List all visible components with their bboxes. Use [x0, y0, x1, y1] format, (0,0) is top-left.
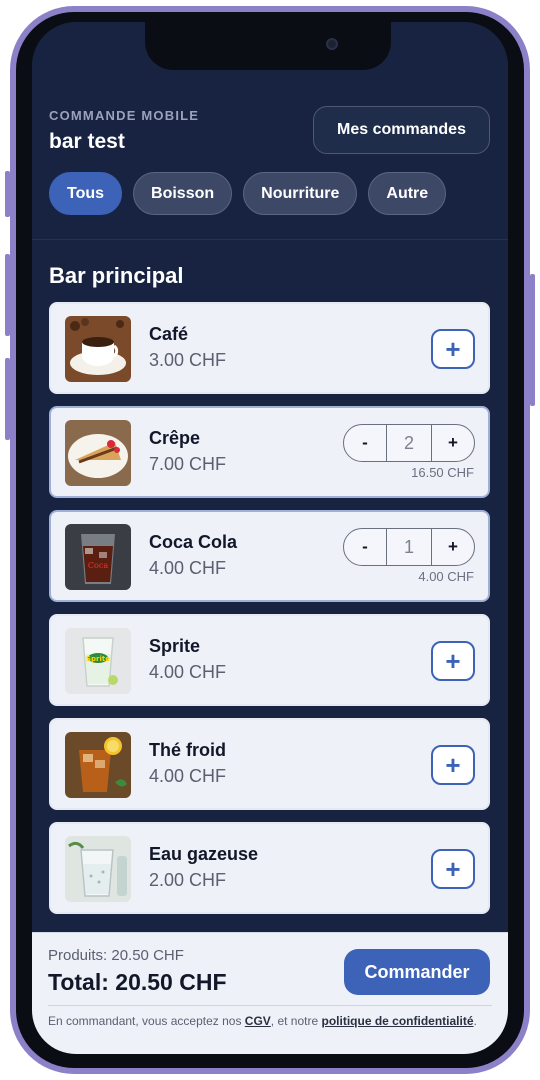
plus-icon: +	[445, 750, 461, 780]
add-to-cart-button[interactable]: +	[431, 329, 475, 369]
products-subtotal: Produits: 20.50 CHF	[48, 947, 184, 964]
product-name: Sprite	[149, 636, 201, 656]
decrement-button[interactable]: -	[344, 425, 386, 461]
line-total: 16.50 CHF	[411, 465, 474, 480]
phone-notch	[145, 22, 391, 70]
product-price: 4.00 CHF	[149, 766, 227, 786]
increment-button[interactable]: +	[432, 425, 474, 461]
cgv-link[interactable]: CGV	[245, 1014, 271, 1028]
iced-tea-image	[65, 732, 131, 798]
footer-divider	[48, 1005, 492, 1006]
plus-icon: +	[445, 646, 461, 676]
svg-text:Sprite: Sprite	[86, 655, 110, 663]
product-price: 7.00 CHF	[149, 454, 227, 474]
phone-volume-down-button	[5, 358, 10, 440]
line-total: 4.00 CHF	[418, 569, 474, 584]
product-list: Café 3.00 CHF + Crêpe 7.00 CHF - 2 + 16.…	[49, 302, 490, 926]
plus-icon: +	[445, 334, 461, 364]
product-price: 4.00 CHF	[149, 662, 227, 682]
product-card-cafe: Café 3.00 CHF +	[49, 302, 490, 394]
quantity-stepper: - 2 +	[343, 424, 475, 462]
header-kicker: COMMANDE MOBILE	[49, 108, 200, 123]
svg-text:Coca: Coca	[88, 561, 108, 570]
phone-volume-up-button	[5, 254, 10, 336]
chip-drinks[interactable]: Boisson	[133, 172, 233, 215]
legal-suffix: .	[473, 1014, 477, 1028]
product-card-eau-gazeuse: Eau gazeuse 2.00 CHF +	[49, 822, 490, 914]
product-price: 4.00 CHF	[149, 558, 227, 578]
coffee-cup-image	[65, 316, 131, 382]
product-card-the-froid: Thé froid 4.00 CHF +	[49, 718, 490, 810]
chip-all[interactable]: Tous	[49, 172, 123, 215]
my-orders-button[interactable]: Mes commandes	[313, 106, 490, 154]
phone-power-button	[530, 274, 535, 406]
product-price: 3.00 CHF	[149, 350, 227, 370]
quantity-value: 1	[386, 529, 432, 565]
legal-middle: , et notre	[270, 1014, 322, 1028]
sprite-glass-image: Sprite	[65, 628, 131, 694]
decrement-button[interactable]: -	[344, 529, 386, 565]
quantity-value: 2	[386, 425, 432, 461]
crepe-image	[65, 420, 131, 486]
cart-footer: Produits: 20.50 CHF Total: 20.50 CHF Com…	[32, 932, 508, 1054]
place-order-button[interactable]: Commander	[344, 949, 490, 995]
phone-side-button	[5, 171, 10, 217]
sparkling-water-image	[65, 836, 131, 902]
plus-icon: +	[445, 854, 461, 884]
increment-button[interactable]: +	[432, 529, 474, 565]
product-name: Coca Cola	[149, 532, 238, 552]
product-card-crepe: Crêpe 7.00 CHF - 2 + 16.50 CHF	[49, 406, 490, 498]
chip-other[interactable]: Autre	[368, 172, 447, 215]
add-to-cart-button[interactable]: +	[431, 641, 475, 681]
privacy-policy-link[interactable]: politique de confidentialité	[322, 1014, 474, 1028]
product-name: Crêpe	[149, 428, 201, 448]
product-card-coca-cola: Coca Coca Cola 4.00 CHF - 1 + 4.00 CHF	[49, 510, 490, 602]
quantity-stepper: - 1 +	[343, 528, 475, 566]
add-to-cart-button[interactable]: +	[431, 745, 475, 785]
cola-glass-image: Coca	[65, 524, 131, 590]
order-total: Total: 20.50 CHF	[48, 969, 227, 995]
product-name: Thé froid	[149, 740, 226, 760]
add-to-cart-button[interactable]: +	[431, 849, 475, 889]
product-name: Café	[149, 324, 189, 344]
product-price: 2.00 CHF	[149, 870, 227, 890]
section-title: Bar principal	[49, 263, 184, 288]
product-card-sprite: Sprite Sprite 4.00 CHF +	[49, 614, 490, 706]
category-filter: Tous Boisson Nourriture Autre	[49, 172, 447, 215]
bar-name: bar test	[49, 130, 125, 153]
legal-notice: En commandant, vous acceptez nos CGV, et…	[48, 1013, 492, 1029]
app-screen: COMMANDE MOBILE bar test Mes commandes T…	[32, 22, 508, 1054]
product-name: Eau gazeuse	[149, 844, 259, 864]
chip-food[interactable]: Nourriture	[243, 172, 358, 215]
camera-icon	[326, 38, 338, 50]
legal-prefix: En commandant, vous acceptez nos	[48, 1014, 245, 1028]
